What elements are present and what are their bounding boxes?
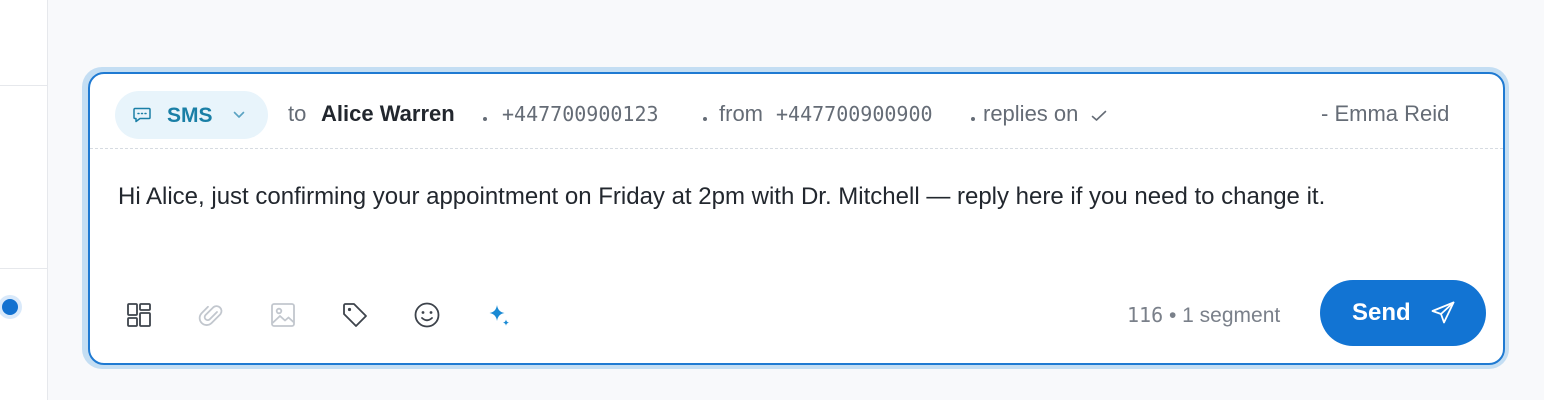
recipient-name[interactable]: Alice Warren bbox=[321, 101, 455, 127]
separator-dot: • bbox=[1168, 304, 1183, 327]
replies-on-label: replies on bbox=[983, 101, 1079, 126]
character-count: 116 bbox=[1127, 303, 1164, 327]
author-name: - Emma Reid bbox=[1321, 101, 1450, 126]
chevron-down-icon bbox=[233, 111, 245, 118]
ai-sparkle-icon[interactable] bbox=[485, 301, 513, 329]
separator-dot bbox=[483, 117, 487, 121]
templates-icon[interactable] bbox=[125, 301, 153, 329]
image-icon[interactable] bbox=[269, 301, 297, 329]
emoji-icon[interactable] bbox=[413, 301, 441, 329]
attachment-icon[interactable] bbox=[197, 301, 225, 329]
rail-divider bbox=[0, 268, 47, 269]
channel-selector[interactable]: SMS bbox=[115, 91, 268, 139]
separator-dot bbox=[703, 117, 707, 121]
separator-dot bbox=[971, 117, 975, 121]
send-label: Send bbox=[1352, 299, 1411, 326]
send-button[interactable]: Send bbox=[1320, 280, 1486, 346]
character-counter: 116 • 1 segment bbox=[1127, 303, 1280, 328]
sender-phone[interactable]: +447700900900 bbox=[776, 102, 933, 126]
recipient-phone[interactable]: +447700900123 bbox=[502, 102, 659, 126]
left-rail bbox=[0, 0, 48, 400]
rail-divider bbox=[0, 85, 47, 86]
channel-label: SMS bbox=[167, 104, 213, 127]
message-textarea[interactable]: Hi Alice, just confirming your appointme… bbox=[118, 176, 1438, 217]
segment-count: 1 segment bbox=[1182, 304, 1281, 327]
message-composer: SMS to Alice Warren +447700900123 from +… bbox=[88, 72, 1505, 365]
from-label: from bbox=[719, 101, 763, 126]
chat-bubble-icon bbox=[133, 107, 151, 123]
check-icon bbox=[1091, 110, 1107, 121]
paper-plane-icon bbox=[1431, 301, 1455, 324]
active-indicator-dot[interactable] bbox=[2, 299, 18, 315]
composer-header: SMS to Alice Warren +447700900123 from +… bbox=[90, 74, 1503, 149]
tag-icon[interactable] bbox=[341, 301, 369, 329]
to-label: to bbox=[288, 101, 307, 126]
